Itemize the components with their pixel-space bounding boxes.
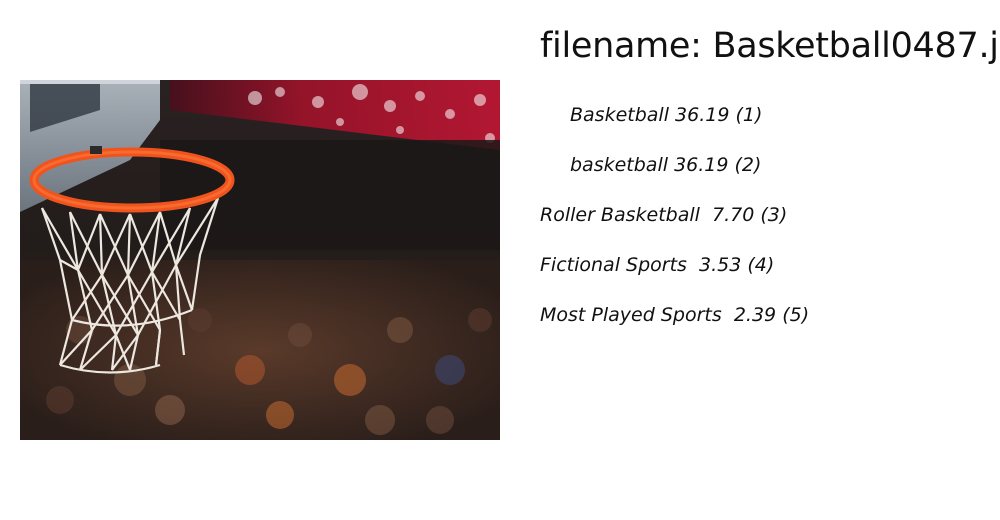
tag-rank: (2) bbox=[734, 154, 762, 176]
tag-score: 7.70 bbox=[712, 204, 755, 226]
tag-list: Basketball 36.19 (1) basketball 36.19 (2… bbox=[540, 100, 809, 350]
tag-rank: (4) bbox=[747, 254, 775, 276]
tag-label: Roller Basketball bbox=[540, 204, 700, 226]
tag-score: 36.19 bbox=[675, 104, 730, 126]
tag-item: Most Played Sports 2.39 (5) bbox=[540, 300, 809, 350]
tag-rank: (3) bbox=[760, 204, 788, 226]
tag-item: Fictional Sports 3.53 (4) bbox=[540, 250, 809, 300]
filename-value: Basketball0487.jpg bbox=[712, 26, 1000, 66]
tag-score: 36.19 bbox=[674, 154, 729, 176]
tag-rank: (5) bbox=[782, 304, 810, 326]
tag-label: Fictional Sports bbox=[540, 254, 687, 276]
basketball-photo bbox=[20, 80, 500, 440]
tag-label: Most Played Sports bbox=[540, 304, 722, 326]
tag-score: 3.53 bbox=[699, 254, 742, 276]
tag-item: Basketball 36.19 (1) bbox=[540, 100, 809, 150]
tag-item: basketball 36.19 (2) bbox=[540, 150, 809, 200]
tag-rank: (1) bbox=[735, 104, 763, 126]
filename-prefix: filename: bbox=[540, 26, 713, 66]
tag-score: 2.39 bbox=[733, 304, 777, 326]
filename-title: filename: Basketball0487.jpg bbox=[540, 24, 1000, 68]
tag-label: Basketball bbox=[570, 104, 669, 126]
tag-item: Roller Basketball 7.70 (3) bbox=[540, 200, 809, 250]
tag-label: basketball bbox=[570, 154, 669, 176]
basketball-hoop-image bbox=[20, 80, 500, 440]
